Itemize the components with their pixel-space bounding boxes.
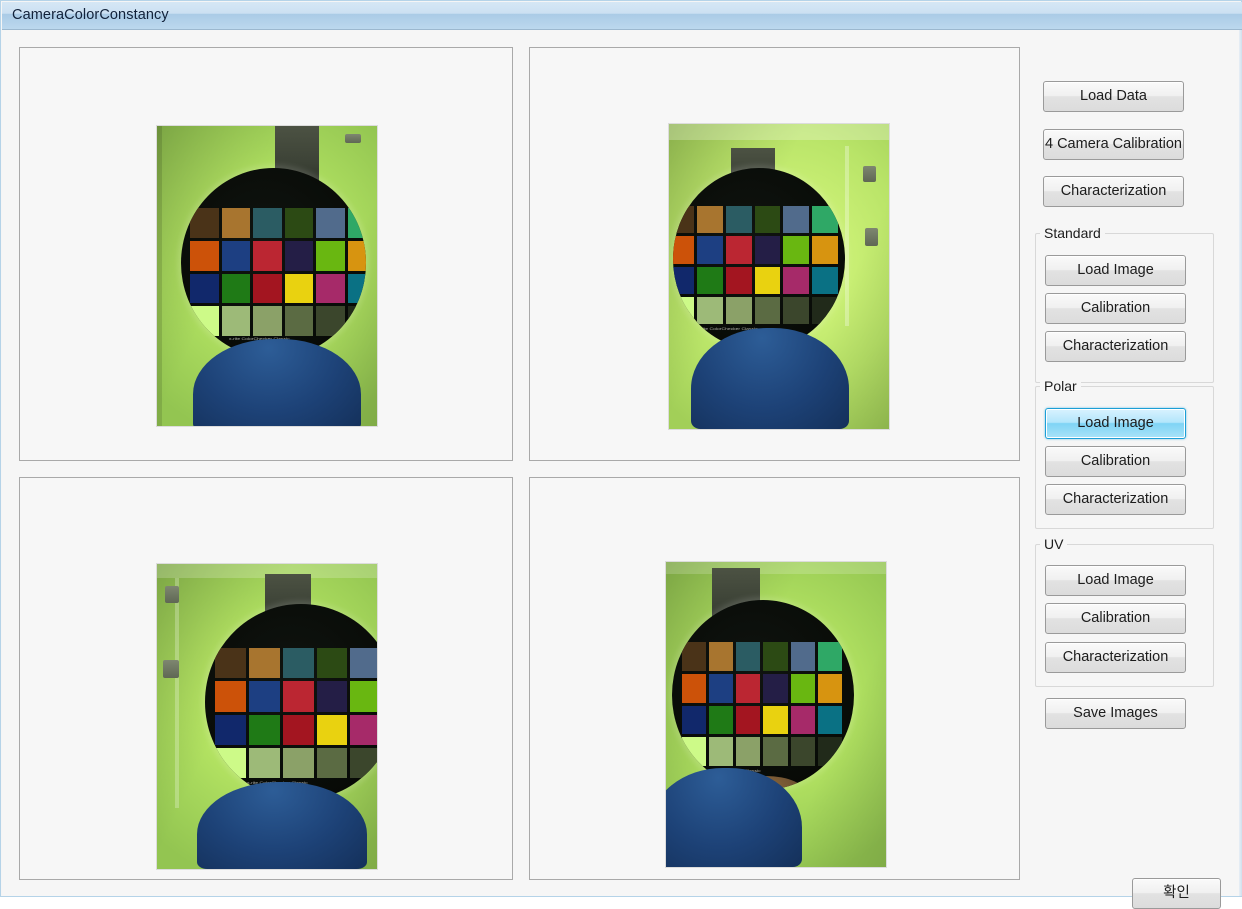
preview-image-polar: x-rite ColorChecker Classic — [668, 123, 890, 430]
preview-panel-polar[interactable]: x-rite ColorChecker Classic — [529, 47, 1020, 461]
preview-image-fourth: x-rite ColorChecker Classic — [665, 561, 887, 868]
group-uv-label: UV — [1040, 536, 1068, 552]
preview-panel-fourth[interactable]: x-rite ColorChecker Classic — [529, 477, 1020, 880]
preview-panel-standard[interactable]: x-rite ColorChecker Classic — [19, 47, 513, 461]
standard-load-image-button[interactable]: Load Image — [1045, 255, 1186, 286]
uv-characterization-button[interactable]: Characterization — [1045, 642, 1186, 673]
preview-image-standard: x-rite ColorChecker Classic — [156, 125, 378, 427]
window-title: CameraColorConstancy — [12, 7, 169, 23]
uv-load-image-button[interactable]: Load Image — [1045, 565, 1186, 596]
preview-panel-grid: x-rite ColorChecker Classic — [19, 47, 1020, 880]
group-polar-label: Polar — [1040, 378, 1081, 394]
polar-calibration-button[interactable]: Calibration — [1045, 446, 1186, 477]
uv-calibration-button[interactable]: Calibration — [1045, 603, 1186, 634]
characterization-button[interactable]: Characterization — [1043, 176, 1184, 207]
control-sidebar: Load Data 4 Camera Calibration Character… — [1033, 38, 1233, 909]
load-data-button[interactable]: Load Data — [1043, 81, 1184, 112]
group-standard-label: Standard — [1040, 225, 1105, 241]
four-camera-calibration-button[interactable]: 4 Camera Calibration — [1043, 129, 1184, 160]
polar-characterization-button[interactable]: Characterization — [1045, 484, 1186, 515]
confirm-button[interactable]: 확인 — [1132, 878, 1221, 909]
client-area: x-rite ColorChecker Classic Load Data 4 … — [2, 30, 1242, 909]
standard-characterization-button[interactable]: Characterization — [1045, 331, 1186, 362]
application-window: CameraColorConstancy x-rite ColorChecker… — [0, 0, 1242, 909]
polar-load-image-button[interactable]: Load Image — [1045, 408, 1186, 439]
preview-image-uv: x-rite ColorChecker Classic — [156, 563, 378, 870]
standard-calibration-button[interactable]: Calibration — [1045, 293, 1186, 324]
title-bar: CameraColorConstancy — [2, 2, 1242, 30]
preview-panel-uv[interactable]: x-rite ColorChecker Classic — [19, 477, 513, 880]
save-images-button[interactable]: Save Images — [1045, 698, 1186, 729]
